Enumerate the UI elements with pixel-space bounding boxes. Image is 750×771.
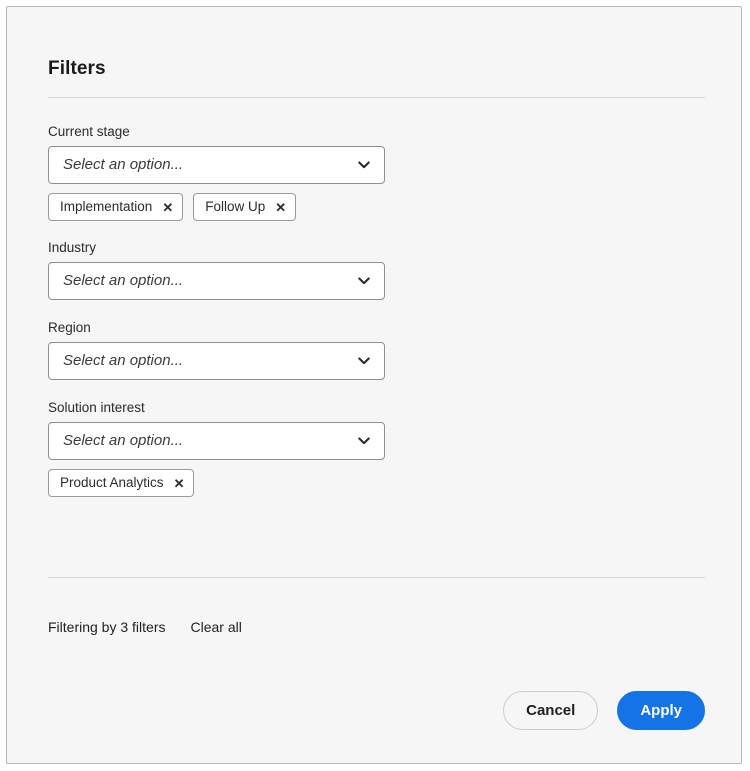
filter-chip[interactable]: Implementation ✕ bbox=[48, 193, 183, 221]
filter-field-label: Region bbox=[48, 320, 388, 336]
chevron-down-icon bbox=[357, 354, 371, 368]
filter-select-3[interactable]: Select an option... bbox=[48, 422, 385, 460]
selected-chips: Product Analytics ✕ bbox=[48, 469, 388, 497]
filter-field-group: Current stage Select an option... Implemen… bbox=[48, 124, 388, 240]
chevron-down-icon bbox=[357, 434, 371, 448]
filter-status-row: Filtering by 3 filters Clear all bbox=[48, 618, 242, 636]
filter-count-status: Filtering by 3 filters bbox=[48, 618, 165, 636]
filters-panel-content: Filters Current stage Select an option...… bbox=[48, 7, 705, 763]
chevron-down-icon bbox=[357, 274, 371, 288]
filter-select-placeholder: Select an option... bbox=[49, 272, 183, 290]
filter-select-2[interactable]: Select an option... bbox=[48, 342, 385, 380]
filter-field-label: Industry bbox=[48, 240, 388, 256]
spacer bbox=[48, 300, 388, 320]
clear-all-link[interactable]: Clear all bbox=[190, 618, 241, 636]
close-icon[interactable]: ✕ bbox=[275, 201, 286, 214]
filter-select-0[interactable]: Select an option... bbox=[48, 146, 385, 184]
close-icon[interactable]: ✕ bbox=[174, 477, 185, 490]
filter-select-1[interactable]: Select an option... bbox=[48, 262, 385, 300]
filter-field-group: Solution interest Select an option... Prod… bbox=[48, 400, 388, 516]
close-icon[interactable]: ✕ bbox=[162, 201, 173, 214]
filter-chip[interactable]: Follow Up ✕ bbox=[193, 193, 296, 221]
spacer bbox=[48, 497, 388, 516]
chevron-down-icon bbox=[357, 158, 371, 172]
spacer bbox=[48, 380, 388, 400]
apply-button[interactable]: Apply bbox=[617, 691, 705, 730]
cancel-button[interactable]: Cancel bbox=[503, 691, 598, 730]
filter-select-placeholder: Select an option... bbox=[49, 432, 183, 450]
header-divider bbox=[48, 97, 705, 98]
filter-field-group: Region Select an option... bbox=[48, 320, 388, 400]
page-title: Filters bbox=[48, 57, 106, 81]
filter-field-group: Industry Select an option... bbox=[48, 240, 388, 320]
footer-divider bbox=[48, 577, 705, 578]
filter-chip-label: Implementation bbox=[60, 199, 152, 215]
dialog-actions: Cancel Apply bbox=[503, 691, 705, 730]
filter-chip-label: Product Analytics bbox=[60, 475, 164, 491]
filter-chip-label: Follow Up bbox=[205, 199, 265, 215]
filter-field-label: Solution interest bbox=[48, 400, 388, 416]
filter-field-label: Current stage bbox=[48, 124, 388, 140]
filters-panel: Filters Current stage Select an option...… bbox=[6, 6, 742, 764]
spacer bbox=[48, 221, 388, 240]
filter-chip[interactable]: Product Analytics ✕ bbox=[48, 469, 194, 497]
filter-select-placeholder: Select an option... bbox=[49, 352, 183, 370]
filter-fields-list: Current stage Select an option... Implemen… bbox=[48, 124, 388, 516]
selected-chips: Implementation ✕ Follow Up ✕ bbox=[48, 193, 388, 221]
filter-select-placeholder: Select an option... bbox=[49, 156, 183, 174]
